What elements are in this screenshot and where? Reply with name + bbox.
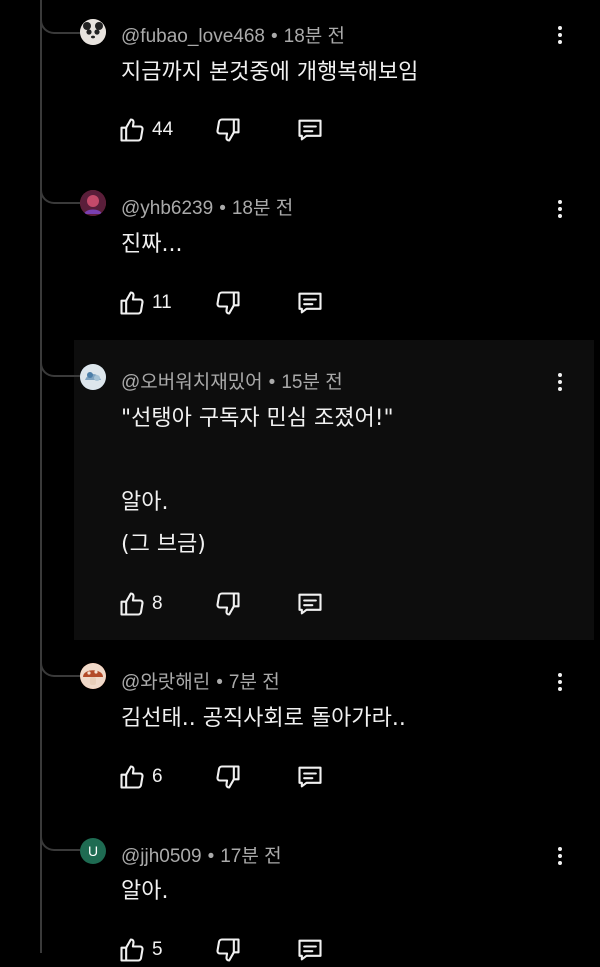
comment-time[interactable]: 7분 전 [229, 672, 280, 693]
separator-dot: • [207, 846, 215, 867]
avatar[interactable]: U [80, 838, 106, 864]
reply-button[interactable] [296, 760, 324, 794]
thread-connector [40, 10, 80, 34]
avatar[interactable] [80, 190, 106, 216]
thumbs-up-icon [120, 291, 144, 315]
reply-button[interactable] [296, 113, 324, 147]
author-name[interactable]: @와랏해린 [121, 672, 210, 693]
thumbs-up-icon [120, 118, 144, 142]
like-button[interactable]: 11 [118, 286, 172, 320]
like-button[interactable]: 44 [118, 113, 173, 147]
comment-text: 지금까지 본것중에 개행복해보임 [121, 60, 419, 85]
comment-meta: @오버워치재밌어 • 15분 전 [121, 367, 343, 394]
reply-button[interactable] [296, 286, 324, 320]
more-vert-icon [558, 200, 562, 204]
comment-meta: @와랏해린 • 7분 전 [121, 667, 280, 694]
comment-time[interactable]: 18분 전 [284, 26, 345, 47]
author-name[interactable]: @jjh0509 [121, 846, 202, 867]
like-button[interactable]: 8 [118, 587, 163, 621]
comment-text: 진짜... [121, 232, 183, 257]
thread-connector [40, 653, 80, 677]
separator-dot: • [270, 26, 278, 47]
thumbs-down-icon [216, 938, 240, 962]
avatar-letter: U [87, 843, 99, 859]
thumbs-down-icon [216, 291, 240, 315]
separator-dot: • [219, 198, 226, 219]
dislike-button[interactable] [214, 587, 242, 621]
like-count: 11 [152, 292, 172, 313]
comment-icon [298, 593, 322, 615]
thumbs-down-icon [216, 592, 240, 616]
comment-time[interactable]: 17분 전 [220, 846, 281, 867]
comment-text: 김선태.. 공직사회로 돌아가라.. [121, 706, 406, 731]
thumbs-down-icon [216, 765, 240, 789]
more-options-button[interactable] [548, 19, 572, 51]
thread-line [40, 0, 42, 953]
thumbs-down-icon [216, 118, 240, 142]
thumbs-up-icon [120, 765, 144, 789]
more-options-button[interactable] [548, 366, 572, 398]
thread-connector [40, 827, 80, 851]
comment-actions: 8 [118, 587, 358, 621]
author-name[interactable]: @yhb6239 [121, 198, 213, 219]
comment-actions: 6 [118, 760, 358, 794]
like-count: 44 [152, 119, 174, 140]
like-count: 6 [152, 766, 163, 787]
dislike-button[interactable] [214, 760, 242, 794]
like-count: 8 [152, 593, 163, 614]
comment-actions: 44 [118, 113, 358, 147]
comment-icon [298, 119, 322, 141]
avatar[interactable] [80, 364, 106, 390]
reply-button[interactable] [296, 933, 324, 967]
comment-meta: @jjh0509 • 17분 전 [121, 841, 282, 868]
author-name[interactable]: @오버워치재밌어 [121, 372, 263, 393]
reply-button[interactable] [296, 587, 324, 621]
dislike-button[interactable] [214, 933, 242, 967]
like-count: 5 [152, 939, 163, 960]
comment-actions: 5 [118, 933, 358, 967]
comment-meta: @yhb6239 • 18분 전 [121, 193, 293, 220]
author-name[interactable]: @fubao_love468 [121, 26, 265, 47]
comment-time[interactable]: 15분 전 [281, 372, 342, 393]
more-options-button[interactable] [548, 666, 572, 698]
comment-text: "선탱아 구독자 민심 조졌어!" 알아. (그 브금) [121, 406, 394, 557]
more-vert-icon [558, 26, 562, 30]
like-button[interactable]: 5 [118, 933, 163, 967]
separator-dot: • [216, 672, 223, 693]
more-options-button[interactable] [548, 193, 572, 225]
comment-time[interactable]: 18분 전 [232, 198, 293, 219]
dislike-button[interactable] [214, 286, 242, 320]
comment-icon [298, 939, 322, 961]
comment-text: 알아. [121, 879, 169, 904]
avatar[interactable] [80, 19, 106, 45]
thread-connector [40, 353, 80, 377]
comment-icon [298, 766, 322, 788]
more-options-button[interactable] [548, 840, 572, 872]
comment-icon [298, 292, 322, 314]
thumbs-up-icon [120, 938, 144, 962]
thumbs-up-icon [120, 592, 144, 616]
like-button[interactable]: 6 [118, 760, 163, 794]
separator-dot: • [268, 372, 276, 393]
more-vert-icon [558, 847, 562, 851]
avatar[interactable] [80, 663, 106, 689]
comment-actions: 11 [118, 286, 358, 320]
dislike-button[interactable] [214, 113, 242, 147]
more-vert-icon [558, 673, 562, 677]
comment-meta: @fubao_love468 • 18분 전 [121, 21, 345, 48]
thread-connector [40, 180, 80, 204]
more-vert-icon [558, 373, 562, 377]
